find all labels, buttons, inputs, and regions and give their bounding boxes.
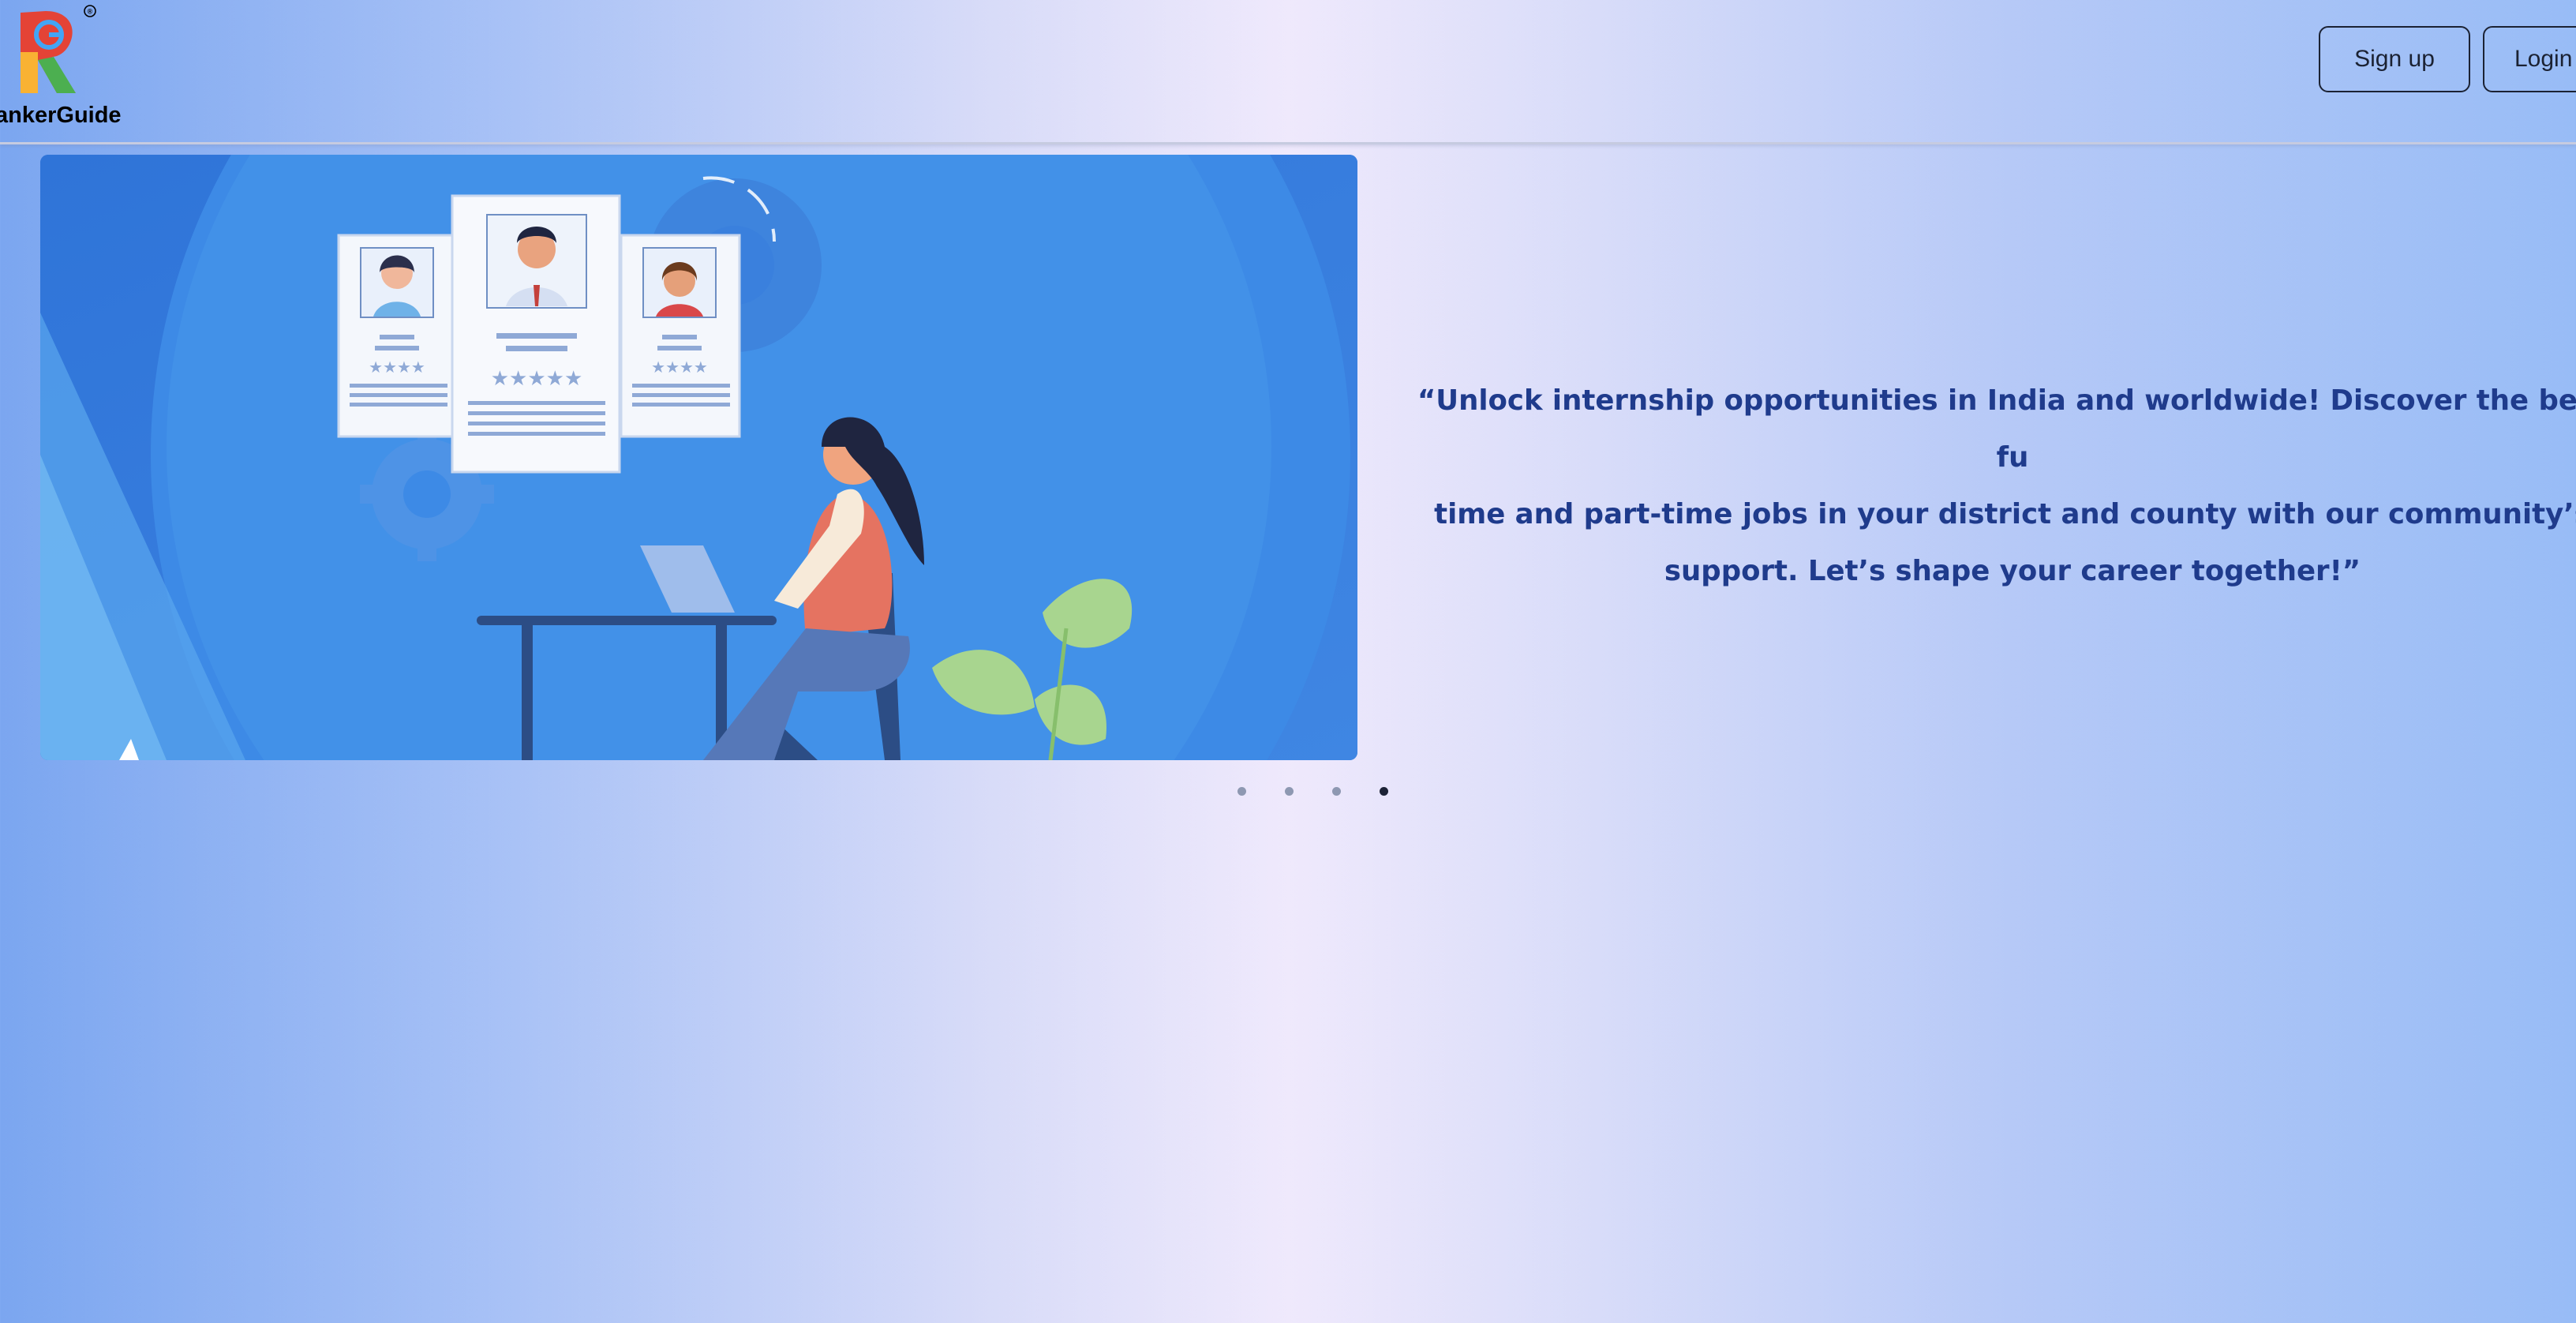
hero-tagline-line: time and part-time jobs in your district… (1434, 498, 2576, 530)
carousel-dot-2[interactable] (1285, 787, 1294, 796)
svg-text:★★★★: ★★★★ (651, 358, 708, 377)
svg-text:★★★★: ★★★★ (369, 358, 425, 377)
carousel-dot-1[interactable] (1237, 787, 1246, 796)
hero-tagline: “Unlock internship opportunities in Indi… (1397, 373, 2576, 600)
svg-text:★★★★★: ★★★★★ (491, 367, 583, 391)
profile-card-left-icon: ★★★★ (337, 234, 459, 438)
registered-mark: ® (88, 8, 93, 16)
hero-tagline-line: support. Let’s shape your career togethe… (1664, 555, 2361, 587)
carousel-dot-4[interactable] (1380, 787, 1388, 796)
hero-illustration: ★★★★ ★★★★ ★★★★★ (40, 155, 1357, 760)
brand-name: ankerGuide (0, 103, 122, 128)
login-button[interactable]: Login (2483, 26, 2576, 92)
rankerguide-logo-icon: ® (21, 5, 96, 93)
brand-logo[interactable]: ® ankerGuide (0, 0, 134, 138)
site-header: ® ankerGuide Sign up Login (0, 0, 2576, 144)
carousel-dot-3[interactable] (1332, 787, 1341, 796)
signup-button[interactable]: Sign up (2319, 26, 2470, 92)
hero-tagline-line: “Unlock internship opportunities in Indi… (1417, 384, 2576, 474)
profile-card-center-icon: ★★★★★ (451, 194, 621, 474)
profile-card-right-icon: ★★★★ (620, 234, 741, 438)
hero-illustration-svg: ★★★★ ★★★★ ★★★★★ (40, 155, 1357, 760)
